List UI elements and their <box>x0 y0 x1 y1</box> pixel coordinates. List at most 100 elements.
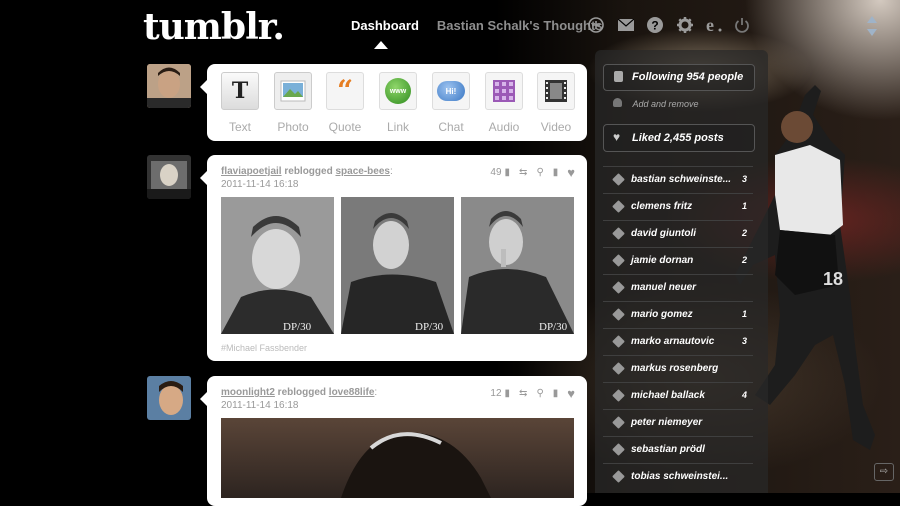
reblog-icon[interactable]: ⇆ <box>519 167 527 178</box>
post-author-link[interactable]: moonlight2 <box>221 387 275 398</box>
post-photo[interactable]: DP/30 <box>461 197 574 334</box>
video-icon <box>537 72 575 110</box>
nav-dashboard[interactable]: Dashboard <box>351 18 419 33</box>
scroll-down-icon[interactable] <box>867 29 877 36</box>
post-meta: moonlight2 reblogged love88life: 2011-11… <box>221 386 377 412</box>
tracked-tag[interactable]: michael ballack 4 <box>603 382 753 409</box>
tracked-tag[interactable]: tobias schweinstei... <box>603 463 753 490</box>
audio-icon <box>485 72 523 110</box>
post-meta-colon: : <box>389 166 393 177</box>
nav-blog[interactable]: Bastian Schalk's Thoughts <box>437 18 603 33</box>
reblog-icon[interactable]: ⇆ <box>519 388 527 399</box>
tracked-tag[interactable]: sebastian prödl <box>603 436 753 463</box>
tag-icon <box>612 362 625 375</box>
tag-icon <box>612 200 625 213</box>
photo-icon <box>274 72 312 110</box>
help-icon[interactable]: ? <box>646 16 664 34</box>
post-card: flaviapoetjail reblogged space-bees: 201… <box>200 155 587 361</box>
tag-icon <box>612 389 625 402</box>
text-icon: T <box>221 72 259 110</box>
dashboard-sidebar: Following 954 people Add and remove ♥ Li… <box>595 50 768 493</box>
post-action: reblogged <box>277 387 327 398</box>
tracked-tag[interactable]: clemens fritz 1 <box>603 193 753 220</box>
notes-icon[interactable]: ▮ <box>505 388 511 399</box>
tracked-tag[interactable]: manuel neuer <box>603 274 753 301</box>
post-date: 2011-11-14 16:18 <box>221 400 299 411</box>
bookmark-icon[interactable]: ▮ <box>553 167 559 178</box>
post-type-text[interactable]: T Text <box>215 72 265 134</box>
liked-box[interactable]: ♥ Liked 2,455 posts <box>603 124 755 152</box>
notes-icon[interactable]: ▮ <box>505 167 511 178</box>
photo-watermark: DP/30 <box>415 321 444 333</box>
expand-icon[interactable]: ⇨ <box>874 463 894 481</box>
following-box[interactable]: Following 954 people <box>603 64 755 91</box>
post-type-chat[interactable]: Hi! Chat <box>426 72 476 134</box>
add-remove-link[interactable]: Add and remove <box>613 94 699 112</box>
like-heart-icon[interactable]: ♥ <box>567 165 575 180</box>
tag-icon <box>612 470 625 483</box>
search-icon[interactable]: ⚲ <box>536 388 543 399</box>
notes-count[interactable]: 12 <box>490 388 501 399</box>
svg-text:e: e <box>706 16 714 34</box>
post-author-link[interactable]: flaviapoetjail <box>221 166 282 177</box>
search-icon[interactable]: ⚲ <box>536 167 543 178</box>
chat-icon: Hi! <box>432 72 470 110</box>
post-type-photo[interactable]: Photo <box>268 72 318 134</box>
user-avatar[interactable] <box>147 64 191 108</box>
post-card: moonlight2 reblogged love88life: 2011-11… <box>200 376 587 506</box>
tracked-tag[interactable]: david giuntoli 2 <box>603 220 753 247</box>
customize-icon[interactable]: e <box>705 16 723 34</box>
svg-text:?: ? <box>651 19 658 33</box>
like-heart-icon[interactable]: ♥ <box>567 386 575 401</box>
tag-icon <box>612 335 625 348</box>
tracked-tag[interactable]: mario gomez 1 <box>603 301 753 328</box>
tracked-tag[interactable]: marko arnautovic 3 <box>603 328 753 355</box>
post-photo[interactable] <box>221 418 574 498</box>
post-type-chooser: T Text Photo “ Quote www Link Hi! Chat A… <box>200 64 587 141</box>
post-avatar[interactable] <box>147 155 191 199</box>
tumblr-logo[interactable]: tumblr. <box>143 6 285 48</box>
tag-icon <box>612 308 625 321</box>
add-user-icon <box>613 98 622 108</box>
tag-icon <box>612 227 625 240</box>
tag-icon <box>612 416 625 429</box>
following-count[interactable]: Following 954 people <box>632 71 743 83</box>
new-post-icon[interactable] <box>587 16 605 34</box>
top-nav: Dashboard Bastian Schalk's Thoughts <box>351 18 621 33</box>
post-controls: 12 ▮ ⇆ ⚲ ▮ ♥ <box>490 386 575 401</box>
post-photo[interactable]: DP/30 <box>341 197 454 334</box>
post-action: reblogged <box>284 166 333 177</box>
link-icon-text: www <box>385 78 411 104</box>
post-type-link[interactable]: www Link <box>373 72 423 134</box>
tracked-tag[interactable]: markus rosenberg <box>603 355 753 382</box>
post-source-link[interactable]: love88life <box>329 387 375 398</box>
photo-watermark: DP/30 <box>283 321 312 333</box>
following-icon <box>614 71 623 82</box>
tag-icon <box>612 254 625 267</box>
post-type-audio[interactable]: Audio <box>479 72 529 134</box>
chat-icon-text: Hi! <box>437 81 465 101</box>
messages-icon[interactable] <box>617 16 635 34</box>
notes-count[interactable]: 49 <box>490 167 501 178</box>
nav-active-caret <box>374 41 388 49</box>
tracked-tag[interactable]: peter niemeyer <box>603 409 753 436</box>
scroll-up-icon[interactable] <box>867 16 877 23</box>
bookmark-icon[interactable]: ▮ <box>553 388 559 399</box>
tracked-tag[interactable]: jamie dornan 2 <box>603 247 753 274</box>
post-photo[interactable]: DP/30 <box>221 197 334 334</box>
post-source-link[interactable]: space-bees <box>335 166 389 177</box>
preferences-icon[interactable] <box>676 16 694 34</box>
post-tag[interactable]: #Michael Fassbender <box>221 343 307 353</box>
scroll-arrows[interactable] <box>867 16 879 42</box>
logout-icon[interactable] <box>733 16 751 34</box>
post-avatar[interactable] <box>147 376 191 420</box>
quote-icon: “ <box>326 72 364 110</box>
tracked-tag[interactable]: bastian schweinste... 3 <box>603 166 753 193</box>
tag-icon <box>612 443 625 456</box>
post-meta: flaviapoetjail reblogged space-bees: 201… <box>221 165 393 191</box>
liked-count[interactable]: Liked 2,455 posts <box>632 132 724 144</box>
post-meta-colon: : <box>374 387 378 398</box>
post-type-quote[interactable]: “ Quote <box>320 72 370 134</box>
post-controls: 49 ▮ ⇆ ⚲ ▮ ♥ <box>490 165 575 180</box>
post-type-video[interactable]: Video <box>531 72 581 134</box>
